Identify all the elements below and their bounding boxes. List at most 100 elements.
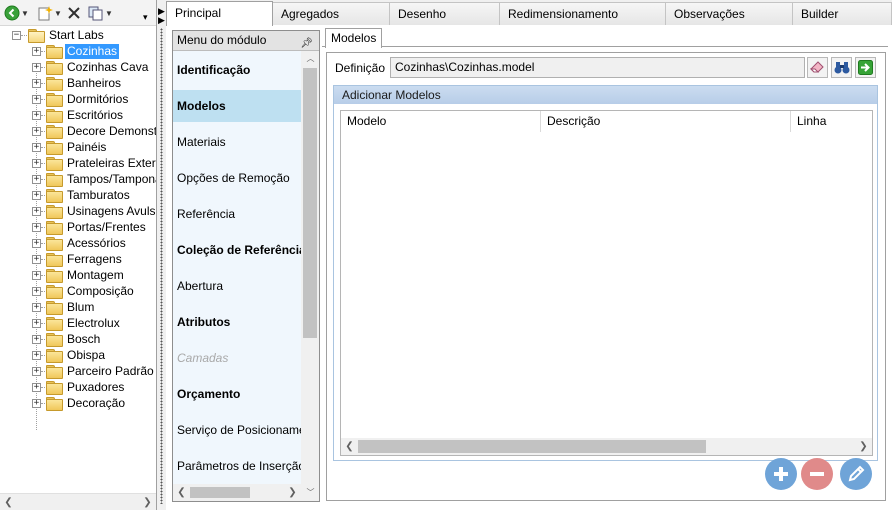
module-menu-item[interactable]: Parâmetros de Inserção (173, 450, 301, 482)
delete-button[interactable] (67, 5, 81, 21)
tree-root[interactable]: − Start Labs (12, 27, 106, 43)
tree-item[interactable]: + Dormitórios (32, 91, 130, 107)
clear-definition-button[interactable] (807, 57, 828, 78)
tree-item[interactable]: + Prateleiras Exterr (32, 155, 156, 171)
copy-button[interactable]: ▼ (88, 5, 113, 21)
collapse-right-icon[interactable]: ▶ (158, 15, 165, 26)
tree-item[interactable]: + Usinagens Avulsa (32, 203, 156, 219)
open-definition-button[interactable] (855, 57, 876, 78)
panel-splitter[interactable]: ▶ ▶ (157, 0, 166, 510)
tree-item[interactable]: + Composição (32, 283, 136, 299)
tree-item[interactable]: + Tamburatos (32, 187, 132, 203)
module-menu-item[interactable]: Orçamento (173, 378, 301, 410)
tree-item[interactable]: + Portas/Frentes (32, 219, 148, 235)
expand-icon[interactable]: + (32, 158, 41, 168)
tree-item[interactable]: + Tampos/Tampona (32, 171, 156, 187)
tree-item[interactable]: + Decoração (32, 395, 127, 411)
expand-icon[interactable]: + (32, 206, 41, 216)
scroll-left-icon[interactable]: ❮ (341, 438, 358, 455)
expand-icon[interactable]: + (32, 174, 41, 184)
toolbar-overflow-button[interactable]: ▾ (143, 9, 148, 25)
scroll-left-icon[interactable]: ❮ (0, 494, 17, 510)
tree-item[interactable]: + Decore Demonstr (32, 123, 156, 139)
tree-item[interactable]: + Banheiros (32, 75, 123, 91)
module-menu-item[interactable]: Modelos (173, 90, 301, 122)
expand-icon[interactable]: + (32, 62, 41, 72)
tree-item[interactable]: + Acessórios (32, 235, 128, 251)
tab-modelos[interactable]: Modelos (325, 28, 383, 48)
tree-item[interactable]: + Cozinhas (32, 43, 120, 59)
tree-horizontal-scrollbar[interactable]: ❮ ❯ (0, 493, 156, 510)
module-menu-item[interactable]: Serviço de Posicionamen (173, 414, 301, 446)
scroll-thumb[interactable] (358, 440, 706, 453)
module-menu-item[interactable]: Coleção de Referências (173, 234, 301, 266)
collapse-icon[interactable]: − (12, 30, 21, 40)
scroll-right-icon[interactable]: ❯ (284, 484, 301, 501)
tab-agregados[interactable]: Agregados (272, 2, 400, 25)
expand-icon[interactable]: + (32, 382, 41, 392)
scroll-thumb[interactable] (190, 487, 250, 498)
scroll-right-icon[interactable]: ❯ (139, 494, 156, 510)
column-header-linha[interactable]: Linha (791, 111, 872, 132)
expand-icon[interactable]: + (32, 334, 41, 344)
expand-icon[interactable]: + (32, 110, 41, 120)
scroll-left-icon[interactable]: ❮ (173, 484, 190, 501)
tab-observacoes[interactable]: Observações (665, 2, 793, 25)
module-menu-item[interactable]: Materiais (173, 126, 301, 158)
expand-icon[interactable]: + (32, 286, 41, 296)
expand-icon[interactable]: + (32, 270, 41, 280)
expand-icon[interactable]: + (32, 78, 41, 88)
tree-item[interactable]: + Bosch (32, 331, 102, 347)
tab-desenho[interactable]: Desenho (389, 2, 500, 25)
tree-item[interactable]: + Cozinhas Cava (32, 59, 150, 75)
folder-icon (46, 45, 63, 59)
scroll-thumb[interactable] (303, 68, 317, 338)
expand-icon[interactable]: + (32, 254, 41, 264)
tab-redimensionamento[interactable]: Redimensionamento (499, 2, 667, 25)
tree-item[interactable]: + Ferragens (32, 251, 124, 267)
expand-icon[interactable]: + (32, 318, 41, 328)
module-menu-item[interactable]: Abertura (173, 270, 301, 302)
tab-principal[interactable]: Principal (166, 1, 273, 26)
tree-item[interactable]: + Painéis (32, 139, 108, 155)
expand-icon[interactable]: + (32, 398, 41, 408)
browse-definition-button[interactable] (831, 57, 852, 78)
module-menu-item[interactable]: Identificação (173, 54, 301, 86)
module-menu-horizontal-scrollbar[interactable]: ❮ ❯ (173, 484, 301, 501)
tree-item[interactable]: + Puxadores (32, 379, 126, 395)
module-menu-vertical-scrollbar[interactable]: ︿ ﹀ (301, 51, 319, 501)
new-item-button[interactable]: ▼ (37, 5, 62, 21)
expand-icon[interactable]: + (32, 142, 41, 152)
splitter-grip[interactable] (160, 28, 163, 504)
expand-icon[interactable]: + (32, 94, 41, 104)
back-button[interactable]: ▼ (4, 5, 29, 21)
add-model-button[interactable] (765, 458, 797, 490)
expand-icon[interactable]: + (32, 126, 41, 136)
column-header-modelo[interactable]: Modelo (341, 111, 541, 132)
definition-field[interactable]: Cozinhas\Cozinhas.model (390, 57, 805, 78)
tree-item[interactable]: + Escritórios (32, 107, 125, 123)
edit-model-button[interactable] (840, 458, 872, 490)
module-menu-item[interactable]: Referência (173, 198, 301, 230)
remove-model-button[interactable] (801, 458, 833, 490)
expand-icon[interactable]: + (32, 46, 41, 56)
expand-icon[interactable]: + (32, 302, 41, 312)
scroll-up-icon[interactable]: ︿ (302, 50, 319, 67)
expand-icon[interactable]: + (32, 190, 41, 200)
scroll-right-icon[interactable]: ❯ (855, 438, 872, 455)
tree-item[interactable]: + Electrolux (32, 315, 122, 331)
expand-icon[interactable]: + (32, 350, 41, 360)
tree-item[interactable]: + Obispa (32, 347, 107, 363)
module-menu-item[interactable]: Atributos (173, 306, 301, 338)
tab-builder[interactable]: Builder (792, 2, 892, 25)
expand-icon[interactable]: + (32, 222, 41, 232)
column-header-descricao[interactable]: Descrição (541, 111, 791, 132)
scroll-down-icon[interactable]: ﹀ (302, 484, 319, 501)
tree-item[interactable]: + Parceiro Padrão (32, 363, 156, 379)
module-menu-item[interactable]: Opções de Remoção (173, 162, 301, 194)
expand-icon[interactable]: + (32, 238, 41, 248)
grid-horizontal-scrollbar[interactable]: ❮ ❯ (341, 438, 872, 455)
expand-icon[interactable]: + (32, 366, 41, 376)
tree-item[interactable]: + Blum (32, 299, 96, 315)
tree-item[interactable]: + Montagem (32, 267, 126, 283)
